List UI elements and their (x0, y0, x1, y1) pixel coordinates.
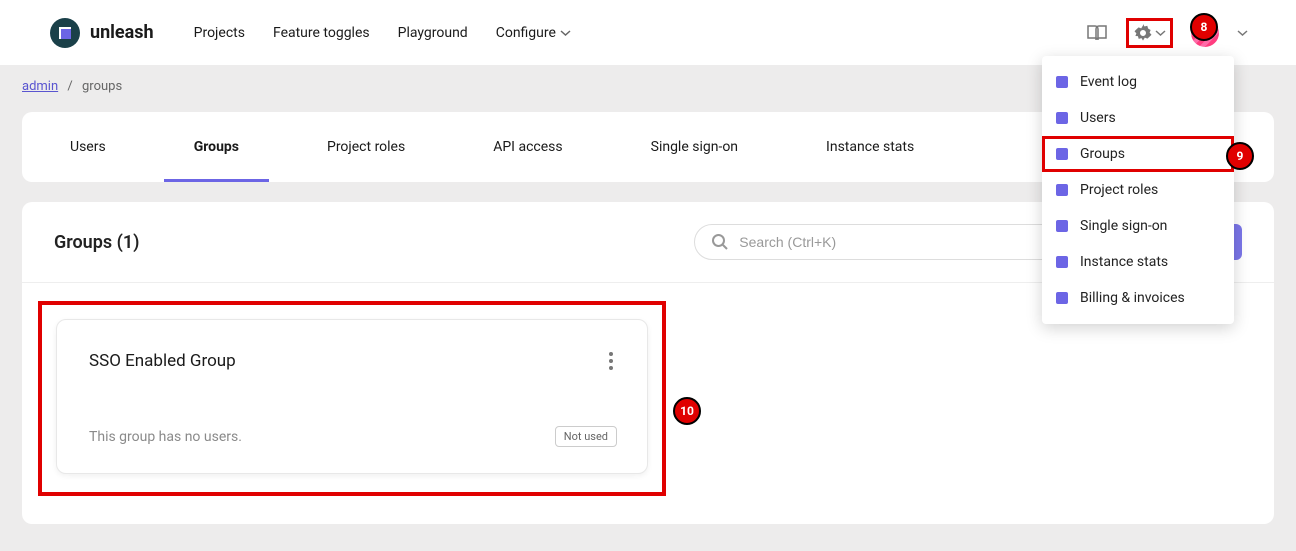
group-card-highlight: SSO Enabled Group This group has no user… (38, 301, 666, 496)
tab-project-roles[interactable]: Project roles (283, 112, 449, 182)
nav-feature-toggles[interactable]: Feature toggles (273, 25, 370, 41)
brand-name: unleash (90, 22, 154, 43)
bullet-icon (1056, 148, 1068, 160)
docs-icon[interactable] (1086, 24, 1108, 42)
tab-instance-stats[interactable]: Instance stats (782, 112, 958, 182)
logo-icon (50, 18, 80, 48)
gear-icon (1133, 23, 1153, 43)
tab-users[interactable]: Users (26, 112, 150, 182)
annotation-marker-9: 9 (1226, 142, 1254, 170)
bullet-icon (1056, 220, 1068, 232)
dropdown-project-roles[interactable]: Project roles (1042, 172, 1234, 208)
header-right (1086, 18, 1248, 48)
dropdown-sso[interactable]: Single sign-on (1042, 208, 1234, 244)
dropdown-instance-stats[interactable]: Instance stats (1042, 244, 1234, 280)
settings-dropdown: Event log Users Groups Project roles Sin… (1042, 56, 1234, 324)
main-nav: Projects Feature toggles Playground Conf… (194, 25, 571, 41)
dropdown-billing[interactable]: Billing & invoices (1042, 280, 1234, 316)
dropdown-users[interactable]: Users (1042, 100, 1234, 136)
group-title: SSO Enabled Group (89, 351, 236, 371)
nav-projects[interactable]: Projects (194, 25, 245, 41)
more-icon[interactable] (605, 348, 617, 374)
nav-playground[interactable]: Playground (398, 25, 468, 41)
annotation-marker-8: 8 (1190, 13, 1218, 41)
nav-configure[interactable]: Configure (496, 25, 571, 41)
not-used-badge: Not used (555, 426, 617, 447)
bullet-icon (1056, 112, 1068, 124)
bullet-icon (1056, 184, 1068, 196)
empty-users-text: This group has no users. (89, 429, 242, 445)
bullet-icon (1056, 76, 1068, 88)
settings-trigger[interactable] (1126, 18, 1173, 48)
chevron-down-icon (560, 30, 571, 36)
annotation-marker-10: 10 (673, 397, 701, 425)
tab-sso[interactable]: Single sign-on (607, 112, 782, 182)
panel-title: Groups (1) (54, 232, 139, 253)
group-card[interactable]: SSO Enabled Group This group has no user… (56, 319, 648, 474)
bullet-icon (1056, 256, 1068, 268)
bullet-icon (1056, 292, 1068, 304)
tab-api-access[interactable]: API access (449, 112, 606, 182)
dropdown-event-log[interactable]: Event log (1042, 64, 1234, 100)
breadcrumb-current: groups (82, 79, 122, 94)
tab-groups[interactable]: Groups (150, 112, 283, 182)
breadcrumb-root[interactable]: admin (22, 79, 58, 94)
dropdown-groups[interactable]: Groups (1042, 136, 1234, 172)
chevron-down-icon[interactable] (1237, 30, 1248, 36)
search-icon (711, 233, 729, 251)
chevron-down-icon (1155, 30, 1166, 36)
logo[interactable]: unleash (50, 18, 154, 48)
